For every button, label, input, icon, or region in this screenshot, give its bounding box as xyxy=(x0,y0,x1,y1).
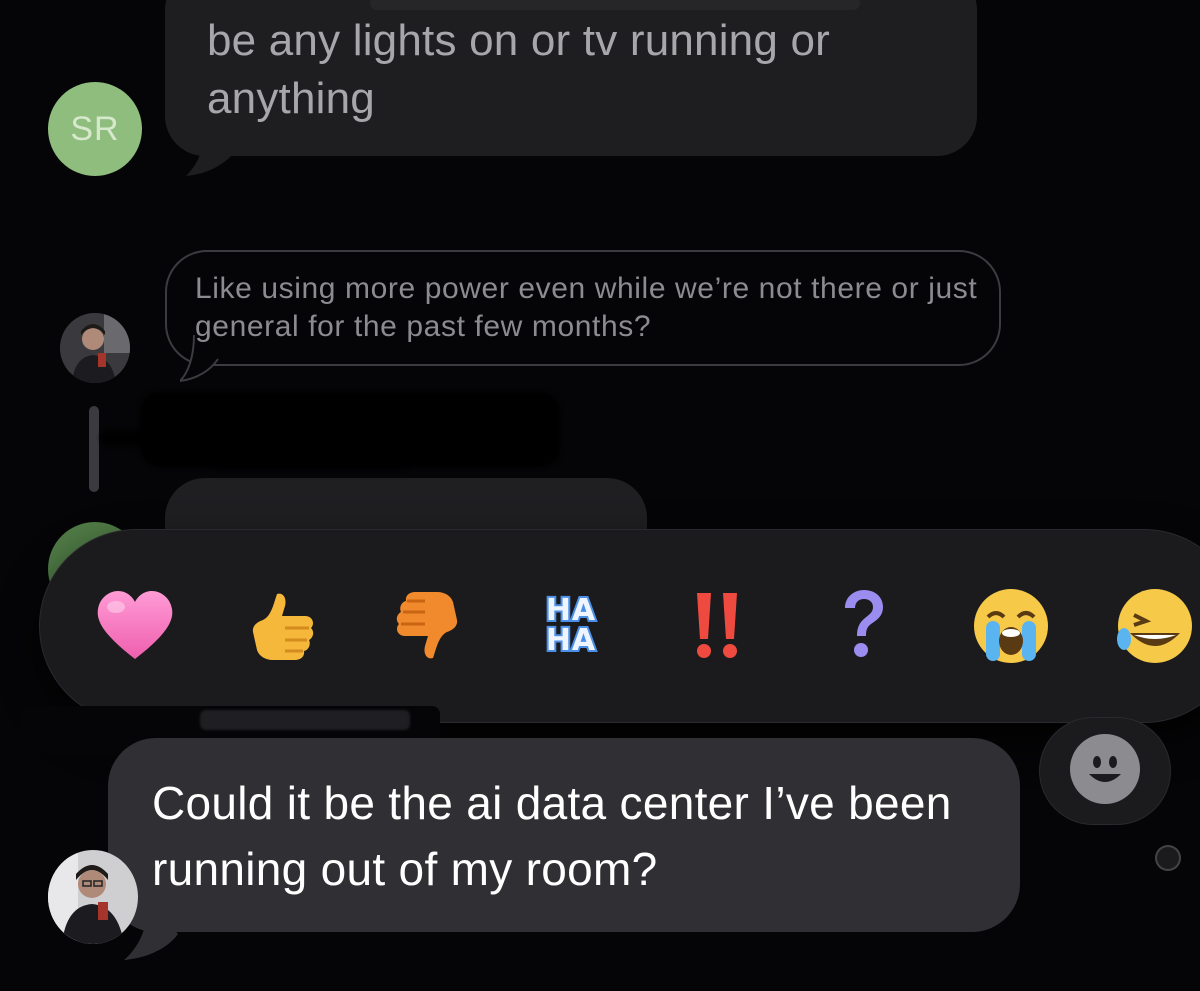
reaction-emphasize-button[interactable] xyxy=(672,579,762,673)
reaction-thumbs-up-button[interactable] xyxy=(238,579,328,673)
thumbs-up-icon xyxy=(252,593,314,660)
message-text-highlighted: Could it be the ai data center I’ve been… xyxy=(152,777,952,895)
laughing-face-icon xyxy=(1117,589,1192,663)
reaction-thumbs-down-button[interactable] xyxy=(382,579,472,673)
question-mark-icon xyxy=(845,590,883,657)
avatar-user-photo[interactable] xyxy=(60,313,130,383)
haha-icon: HA HA xyxy=(544,593,597,658)
smiley-icon xyxy=(1089,756,1121,782)
avatar-user-photo[interactable] xyxy=(48,850,138,944)
thumbs-down-icon xyxy=(396,592,458,659)
crying-face-icon xyxy=(974,589,1048,663)
add-reaction-button[interactable] xyxy=(1070,734,1140,804)
redacted-scribble xyxy=(100,430,280,446)
reaction-haha-button[interactable]: HA HA xyxy=(526,579,616,673)
reaction-question-button[interactable] xyxy=(818,579,908,673)
double-exclamation-icon xyxy=(697,593,737,658)
previous-bubble-edge xyxy=(370,0,860,10)
person-photo-icon xyxy=(60,313,130,383)
avatar-sr[interactable]: SR xyxy=(48,82,142,176)
redacted-sender-name xyxy=(200,710,410,730)
reply-thread-line xyxy=(89,406,99,492)
reaction-heart-button[interactable] xyxy=(90,579,180,673)
add-reaction-bubble-dot xyxy=(1157,847,1179,869)
reaction-crying-button[interactable] xyxy=(966,579,1056,673)
bubble-tail xyxy=(186,120,236,176)
imessage-conversation: be any lights on or tv running or anythi… xyxy=(0,0,1200,991)
reply-quote-text: Like using more power even while we’re n… xyxy=(195,272,978,343)
person-photo-icon xyxy=(48,850,138,944)
reaction-laughing-button[interactable] xyxy=(1110,579,1200,673)
heart-icon xyxy=(97,591,173,659)
message-text-sr: be any lights on or tv running or anythi… xyxy=(207,16,830,123)
